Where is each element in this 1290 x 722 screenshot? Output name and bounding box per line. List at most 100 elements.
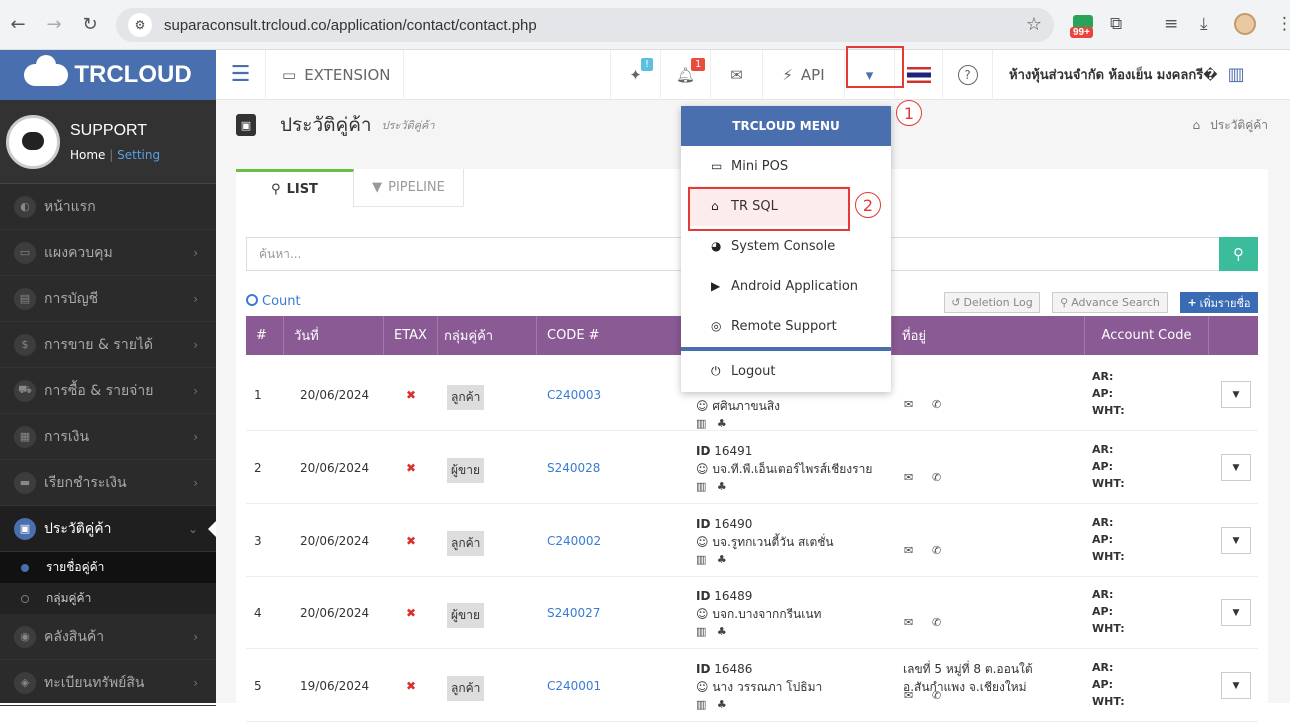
contact-name[interactable]: บจ.ที.พี.เอ็นเตอร์ไพรส์เชียงราย [712,462,872,476]
column-header[interactable]: กลุ่มคู่ค้า [438,316,537,355]
column-header[interactable]: Account Code [1085,316,1209,355]
sitemap-icon[interactable]: ♣ [717,553,727,566]
trcloud-logo[interactable]: TRCLOUD [0,50,216,100]
column-header[interactable]: ETAX [384,316,438,355]
reload-icon[interactable]: ↻ [72,14,108,35]
avatar[interactable] [6,114,60,169]
ap-label: AP: [1092,460,1113,473]
menu-item-logout[interactable]: ⏻ Logout [681,351,891,391]
phone-icon[interactable]: ✆ [932,689,941,702]
sidebar-item-accounting[interactable]: ▤ การบัญชี › [0,276,216,322]
table-row[interactable]: 4 20/06/2024 ✖ ผู้ขาย S240027 ID 16489 ☺ บจก.บ… [246,577,1258,649]
extensions-puzzle-icon[interactable]: ⧉ [1110,14,1122,34]
row-action-dropdown-button[interactable]: ▼ [1221,599,1251,626]
row-action-dropdown-button[interactable]: ▼ [1221,527,1251,554]
forward-icon[interactable]: → [36,14,72,35]
building-icon[interactable]: ▥ [696,553,706,566]
mail-button[interactable]: ✉ [711,49,763,100]
add-contact-button[interactable]: + เพิ่มรายชื่อ [1180,292,1258,313]
sidebar-item-contacts[interactable]: ▣ ประวัติคู่ค้า ⌄ [0,506,216,552]
menu-item-remote-support[interactable]: ◎ Remote Support [681,306,891,346]
sidebar-item-home[interactable]: ◐ หน้าแรก [0,184,216,230]
home-icon[interactable]: ⌂ [1193,118,1201,132]
contact-code-link[interactable]: S240028 [547,461,600,475]
sitemap-icon[interactable]: ♣ [717,625,727,638]
phone-icon[interactable]: ✆ [932,398,941,411]
mail-icon[interactable]: ✉ [904,616,913,629]
menu-item-mini-pos[interactable]: ▭ Mini POS [681,146,891,186]
sidebar-item-sales[interactable]: $ การขาย & รายได้ › [0,322,216,368]
link-separator: | [109,147,114,162]
help-button[interactable]: ? [943,49,993,100]
phone-icon[interactable]: ✆ [932,544,941,557]
mail-icon[interactable]: ✉ [904,398,913,411]
sidebar-subitem-contact-list[interactable]: รายชื่อคู่ค้า [0,552,216,583]
sitemap-icon[interactable]: ♣ [717,480,727,493]
phone-icon[interactable]: ✆ [932,616,941,629]
wht-label: WHT: [1092,477,1125,490]
sidebar-item-finance[interactable]: ▦ การเงิน › [0,414,216,460]
table-row[interactable]: 5 19/06/2024 ✖ ลูกค้า C240001 ID 16486 ☺ นาง ว… [246,650,1258,722]
menu-item-system-console[interactable]: ◕ System Console [681,226,891,266]
download-icon[interactable]: ⤓ [1200,14,1208,34]
hamburger-menu-button[interactable]: ☰ [216,49,266,100]
count-link[interactable]: Count [246,294,301,309]
url-text[interactable]: suparaconsult.trcloud.co/application/con… [164,17,537,34]
row-action-dropdown-button[interactable]: ▼ [1221,381,1251,408]
plus-icon: + [1187,296,1197,309]
mail-icon[interactable]: ✉ [904,544,913,557]
row-action-dropdown-button[interactable]: ▼ [1221,454,1251,481]
contact-name[interactable]: บจ.รูทกเวนตี้วัน สเตชั่น [712,535,833,549]
sidebar-item-billing[interactable]: ▬ เรียกชำระเงิน › [0,460,216,506]
building-icon[interactable]: ▥ [696,698,706,711]
menu-item-android-app[interactable]: ▶ Android Application [681,266,891,306]
advance-search-button[interactable]: ⚲ Advance Search [1052,292,1168,313]
sitemap-icon[interactable]: ♣ [717,698,727,711]
tab-pipeline[interactable]: ▼ PIPELINE [354,169,464,207]
contact-name[interactable]: ศศินภาขนสิง [712,399,780,413]
sidebar-item-dashboard[interactable]: ▭ แผงควบคุม › [0,230,216,276]
contact-name[interactable]: บจก.บางจากกรีนเนท [712,607,821,621]
contact-code-link[interactable]: S240027 [547,606,600,620]
tab-list[interactable]: ⚲ LIST [236,169,354,207]
api-button[interactable]: ⚡ API [763,49,845,100]
contact-code-link[interactable]: C240002 [547,534,601,548]
mail-icon[interactable]: ✉ [904,471,913,484]
contact-name[interactable]: นาง วรรณภา โปธิมา [712,680,822,694]
contact-code-link[interactable]: C240001 [547,679,601,693]
row-action-dropdown-button[interactable]: ▼ [1221,672,1251,699]
column-header[interactable]: ที่อยู่ [892,316,1085,355]
table-row[interactable]: 3 20/06/2024 ✖ ลูกค้า C240002 ID 16490 ☺ บจ.รู… [246,505,1258,577]
whats-new-button[interactable]: ✦! [611,49,661,100]
column-header[interactable]: CODE # [537,316,682,355]
back-icon[interactable]: ← [0,14,36,35]
company-selector[interactable]: ห้างหุ้นส่วนจำกัด ห้องเย็น มงคลกรี� ▥ [993,50,1283,100]
reading-list-icon[interactable]: ≡ [1164,14,1178,34]
deletion-log-button[interactable]: ↺ Deletion Log [944,292,1040,313]
building-icon[interactable]: ▥ [696,417,706,430]
sidebar-item-assets[interactable]: ◈ ทะเบียนทรัพย์สิน › [0,660,216,706]
column-header[interactable]: วันที่ [284,316,384,355]
contact-book-icon: ▣ [236,114,256,136]
sidebar-item-purchase[interactable]: ⛟ การซื้อ & รายจ่าย › [0,368,216,414]
sidebar-item-inventory[interactable]: ◉ คลังสินค้า › [0,614,216,660]
sitemap-icon[interactable]: ♣ [717,417,727,430]
table-row[interactable]: 2 20/06/2024 ✖ ผู้ขาย S240028 ID 16491 ☺ บจ.ที… [246,432,1258,504]
sidebar-subitem-contact-group[interactable]: กลุ่มคู่ค้า [0,583,216,614]
search-button[interactable]: ⚲ [1219,237,1258,271]
profile-avatar[interactable] [1234,13,1256,35]
column-header[interactable]: # [246,316,284,355]
setting-link[interactable]: Setting [117,148,160,162]
building-icon[interactable]: ▥ [696,625,706,638]
phone-icon[interactable]: ✆ [932,471,941,484]
notifications-button[interactable]: 🔔︎ 1 [661,49,711,100]
extension-button[interactable]: ▭ EXTENSION [266,49,404,100]
building-icon[interactable]: ▥ [696,480,706,493]
kebab-menu-icon[interactable]: ⋮ [1276,14,1290,34]
home-link[interactable]: Home [70,148,105,162]
address-bar[interactable]: ⚙ suparaconsult.trcloud.co/application/c… [116,8,1054,42]
contact-code-link[interactable]: C240003 [547,388,601,402]
bookmark-star-icon[interactable]: ☆ [1026,14,1042,35]
site-info-icon[interactable]: ⚙ [128,13,152,37]
mail-icon[interactable]: ✉ [904,689,913,702]
